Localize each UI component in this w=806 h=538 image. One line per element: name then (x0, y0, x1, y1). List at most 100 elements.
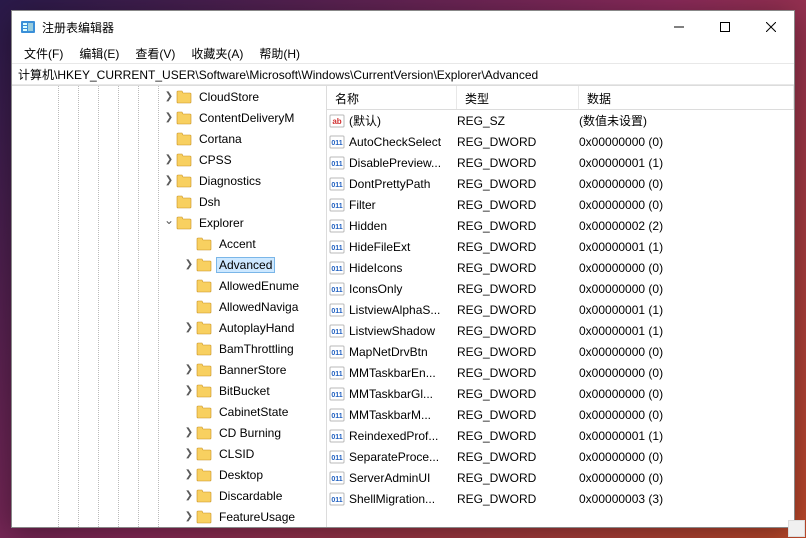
expand-icon[interactable] (182, 364, 196, 375)
tree-item[interactable]: Discardable (12, 485, 326, 506)
dword-value-icon: 011 (327, 302, 347, 318)
expand-icon[interactable] (162, 216, 176, 230)
value-type: REG_DWORD (457, 135, 579, 149)
value-name: HideIcons (347, 261, 457, 275)
tree-item-label: FeatureUsage (216, 509, 298, 525)
maximize-button[interactable] (702, 11, 748, 43)
expand-icon[interactable] (182, 490, 196, 501)
col-name[interactable]: 名称 (327, 86, 457, 109)
minimize-button[interactable] (656, 11, 702, 43)
titlebar[interactable]: 注册表编辑器 (12, 11, 794, 43)
list-row[interactable]: 011MMTaskbarGl...REG_DWORD0x00000000 (0) (327, 383, 794, 404)
svg-text:011: 011 (331, 224, 342, 231)
list-row[interactable]: 011DontPrettyPathREG_DWORD0x00000000 (0) (327, 173, 794, 194)
tree-item[interactable]: BitBucket (12, 380, 326, 401)
tree-item[interactable]: BamThrottling (12, 338, 326, 359)
list-row[interactable]: 011SeparateProce...REG_DWORD0x00000000 (… (327, 446, 794, 467)
tree-item[interactable]: FeatureUsage (12, 506, 326, 527)
value-type: REG_DWORD (457, 177, 579, 191)
tree-item-label: BitBucket (216, 383, 273, 399)
value-name: DisablePreview... (347, 156, 457, 170)
expand-icon[interactable] (162, 91, 176, 102)
value-data: 0x00000001 (1) (579, 324, 794, 338)
tree-item[interactable]: CabinetState (12, 401, 326, 422)
tree-pane[interactable]: CloudStoreContentDeliveryMCortana CPSS Dia… (12, 86, 327, 527)
menu-view[interactable]: 查看(V) (129, 43, 181, 64)
tree-item[interactable]: Dsh (12, 191, 326, 212)
list-row[interactable]: 011ListviewAlphaS...REG_DWORD0x00000001 … (327, 299, 794, 320)
tree-item[interactable]: AutoplayHand (12, 317, 326, 338)
expand-icon[interactable] (162, 154, 176, 165)
close-button[interactable] (748, 11, 794, 43)
tree-item[interactable]: Desktop (12, 464, 326, 485)
menu-file[interactable]: 文件(F) (18, 43, 69, 64)
tree-item[interactable]: CloudStore (12, 86, 326, 107)
list-row[interactable]: 011MapNetDrvBtnREG_DWORD0x00000000 (0) (327, 341, 794, 362)
value-name: SeparateProce... (347, 450, 457, 464)
expand-icon[interactable] (182, 511, 196, 522)
svg-text:ab: ab (332, 117, 341, 126)
tree-item[interactable]: Diagnostics (12, 170, 326, 191)
expand-icon[interactable] (182, 259, 196, 270)
list-row[interactable]: 011ListviewShadowREG_DWORD0x00000001 (1) (327, 320, 794, 341)
tree-item[interactable]: Advanced (12, 254, 326, 275)
address-bar[interactable]: 计算机\HKEY_CURRENT_USER\Software\Microsoft… (12, 63, 794, 85)
tree-item[interactable]: CLSID (12, 443, 326, 464)
col-type[interactable]: 类型 (457, 86, 579, 109)
value-type: REG_DWORD (457, 303, 579, 317)
list-row[interactable]: 011ServerAdminUIREG_DWORD0x00000000 (0) (327, 467, 794, 488)
dword-value-icon: 011 (327, 155, 347, 171)
list-row[interactable]: 011ShellMigration...REG_DWORD0x00000003 … (327, 488, 794, 509)
value-name: ReindexedProf... (347, 429, 457, 443)
expand-icon[interactable] (182, 427, 196, 438)
list-row[interactable]: 011HiddenREG_DWORD0x00000002 (2) (327, 215, 794, 236)
tree-item-label: BamThrottling (216, 341, 297, 357)
value-name: AutoCheckSelect (347, 135, 457, 149)
col-data[interactable]: 数据 (579, 86, 794, 109)
menu-help[interactable]: 帮助(H) (253, 43, 306, 64)
svg-text:011: 011 (331, 203, 342, 210)
dword-value-icon: 011 (327, 428, 347, 444)
folder-icon (176, 111, 192, 125)
list-row[interactable]: 011IconsOnlyREG_DWORD0x00000000 (0) (327, 278, 794, 299)
menu-edit[interactable]: 编辑(E) (73, 43, 125, 64)
list-body[interactable]: ab(默认)REG_SZ(数值未设置)011AutoCheckSelectREG… (327, 110, 794, 527)
list-row[interactable]: 011HideIconsREG_DWORD0x00000000 (0) (327, 257, 794, 278)
tree-item[interactable]: CPSS (12, 149, 326, 170)
expand-icon[interactable] (162, 112, 176, 123)
list-row[interactable]: 011AutoCheckSelectREG_DWORD0x00000000 (0… (327, 131, 794, 152)
list-row[interactable]: 011DisablePreview...REG_DWORD0x00000001 … (327, 152, 794, 173)
value-type: REG_DWORD (457, 219, 579, 233)
expand-icon[interactable] (182, 448, 196, 459)
resize-grip[interactable] (788, 520, 805, 537)
tree-item[interactable]: AllowedNaviga (12, 296, 326, 317)
folder-icon (176, 216, 192, 230)
dword-value-icon: 011 (327, 470, 347, 486)
list-row[interactable]: 011HideFileExtREG_DWORD0x00000001 (1) (327, 236, 794, 257)
expand-icon[interactable] (162, 175, 176, 186)
value-name: DontPrettyPath (347, 177, 457, 191)
list-row[interactable]: 011FilterREG_DWORD0x00000000 (0) (327, 194, 794, 215)
menu-fav[interactable]: 收藏夹(A) (185, 43, 249, 64)
tree-item-label: CPSS (196, 152, 235, 168)
list-row[interactable]: ab(默认)REG_SZ(数值未设置) (327, 110, 794, 131)
list-row[interactable]: 011MMTaskbarEn...REG_DWORD0x00000000 (0) (327, 362, 794, 383)
tree-item[interactable]: CD Burning (12, 422, 326, 443)
tree-item[interactable]: Explorer (12, 212, 326, 233)
expand-icon[interactable] (182, 322, 196, 333)
expand-icon[interactable] (182, 469, 196, 480)
svg-text:011: 011 (331, 245, 342, 252)
tree-item[interactable]: BannerStore (12, 359, 326, 380)
list-header[interactable]: 名称 类型 数据 (327, 86, 794, 110)
list-row[interactable]: 011MMTaskbarM...REG_DWORD0x00000000 (0) (327, 404, 794, 425)
regedit-icon (20, 19, 36, 35)
tree-item[interactable]: Accent (12, 233, 326, 254)
value-name: Filter (347, 198, 457, 212)
tree-item[interactable]: ContentDeliveryM (12, 107, 326, 128)
tree-item[interactable]: Cortana (12, 128, 326, 149)
tree-item[interactable]: AllowedEnume (12, 275, 326, 296)
folder-icon (196, 447, 212, 461)
svg-text:011: 011 (331, 140, 342, 147)
expand-icon[interactable] (182, 385, 196, 396)
list-row[interactable]: 011ReindexedProf...REG_DWORD0x00000001 (… (327, 425, 794, 446)
